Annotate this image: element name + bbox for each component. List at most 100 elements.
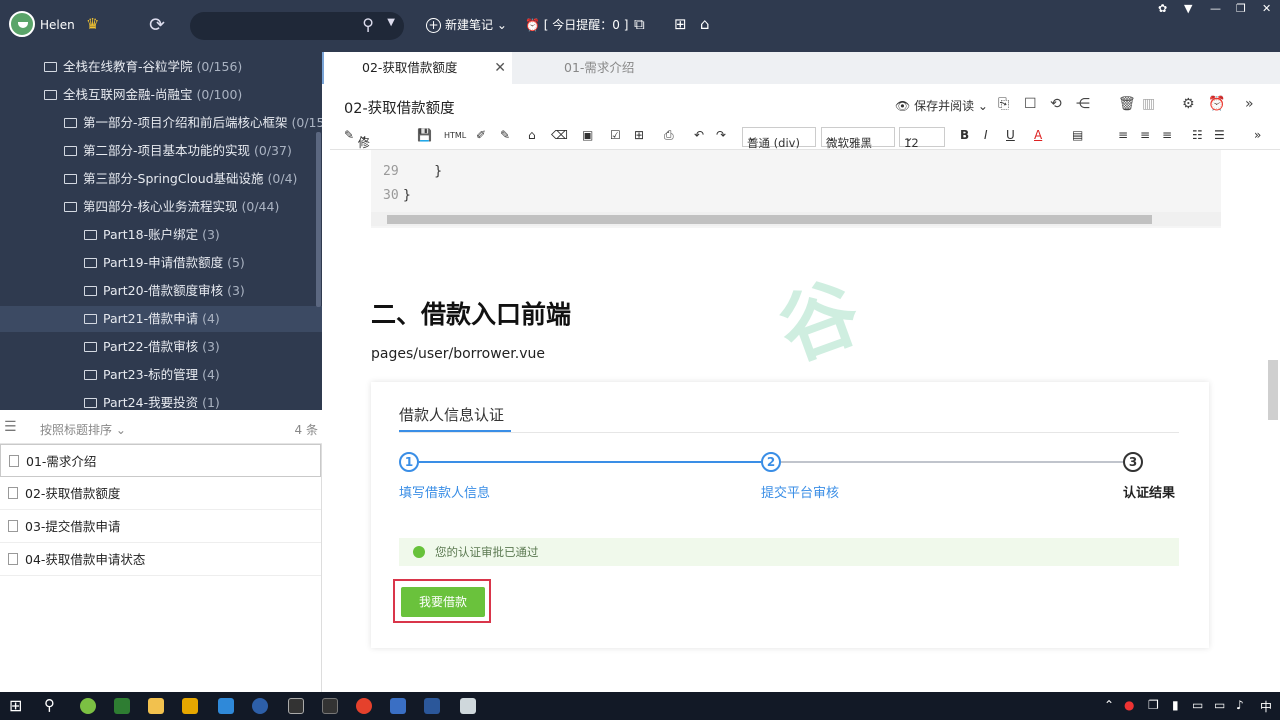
terminal-icon[interactable] [322,698,338,714]
list-item[interactable]: 01-需求介绍 [0,444,321,477]
undo-icon[interactable]: ↶ [694,128,704,142]
sync-icon[interactable]: ⟳ [149,14,165,36]
new-note-button[interactable]: + 新建笔记 ⌄ [426,16,507,33]
bold-button[interactable]: B [960,128,969,142]
app-icon[interactable] [252,698,268,714]
checkbox-icon[interactable]: ☑ [610,128,621,142]
list-item[interactable]: 04-获取借款申请状态 [0,543,321,576]
windows-start-icon[interactable]: ⊞ [9,696,22,715]
skin-icon[interactable]: ✿ [1158,2,1167,15]
font-color-button[interactable]: A [1034,128,1042,142]
menu-icon[interactable]: ▼ [1184,2,1192,15]
app-icon[interactable] [114,698,130,714]
display-icon[interactable]: ▭ [1214,698,1225,712]
search-input[interactable]: ⚲ ▼ [190,12,404,40]
word-icon[interactable] [424,698,440,714]
document-scrollbar[interactable] [1268,360,1278,420]
tab-other[interactable]: 01-需求介绍 [564,52,634,84]
pen-icon[interactable]: ✐ [476,128,486,142]
tab-active[interactable]: 02-获取借款额度 ✕ [324,52,512,84]
app-icon[interactable] [390,698,406,714]
chevron-up-icon[interactable]: ⌃ [1104,698,1114,712]
revise-button[interactable]: ✎ 修订 ⌄ [344,128,370,167]
ime-indicator[interactable]: 中 [1260,698,1272,715]
settings-icon[interactable]: ⚙ [1182,96,1195,112]
expand-icon[interactable]: » [1245,96,1254,112]
image-icon[interactable]: ▣ [582,128,593,142]
sort-dropdown[interactable]: 按照标题排序 ⌄ [40,421,126,438]
tree-item[interactable]: Part23-标的管理 (4) [0,362,322,388]
note-title[interactable]: 02-获取借款额度 [344,97,455,118]
highlight-icon[interactable]: ✎ [500,128,510,142]
folder-app-icon[interactable] [148,698,164,714]
tree-item[interactable]: 第二部分-项目基本功能的实现 (0/37) [0,138,322,164]
underline-button[interactable]: U [1006,128,1015,142]
align-center-button[interactable]: ≡ [1140,128,1150,142]
share-icon[interactable]: ⧉ [634,15,645,33]
chrome-icon[interactable] [356,698,372,714]
tree-item-selected[interactable]: Part21-借款申请 (4) [0,306,322,332]
delete-icon[interactable]: 🗑 [1118,96,1136,112]
tree-item[interactable]: 全栈在线教育-谷粒学院 (0/156) [0,54,322,80]
more-icon[interactable]: » [1254,128,1261,142]
search-icon[interactable]: ⚲ [362,15,374,34]
tree-item[interactable]: 全栈互联网金融-尚融宝 (0/100) [0,82,322,108]
layout-icon[interactable]: ▥ [1142,96,1155,112]
document-body[interactable]: 29 } 30 } 谷 二、借款入口前端 pages/user/borrower… [330,150,1265,692]
eraser-icon[interactable]: ⌫ [551,128,568,142]
tree-item[interactable]: 第三部分-SpringCloud基础设施 (0/4) [0,166,322,192]
close-icon[interactable]: ✕ [1262,2,1271,15]
avatar[interactable] [9,11,35,37]
notes-app-icon[interactable] [460,698,476,714]
tray-icon[interactable]: ● [1124,698,1134,712]
microphone-icon[interactable]: ▮ [1172,698,1179,712]
restore-icon[interactable]: ❐ [1236,2,1246,15]
minimize-icon[interactable]: — [1210,2,1221,15]
volume-icon[interactable]: ♪ [1236,698,1244,712]
intellij-icon[interactable] [288,698,304,714]
format-painter-icon[interactable]: ⌂ [528,128,536,142]
attach-icon[interactable]: ⎘ [998,96,1009,112]
home-icon[interactable]: ⌂ [700,15,710,33]
apps-icon[interactable]: ⊞ [674,15,687,33]
tree-item[interactable]: Part22-借款审核 (3) [0,334,322,360]
comment-icon[interactable]: ☐ [1024,96,1037,112]
align-left-button[interactable]: ≡ [1118,128,1128,142]
tree-item[interactable]: 第四部分-核心业务流程实现 (0/44) [0,194,322,220]
close-tab-icon[interactable]: ✕ [494,52,506,84]
block-format-select[interactable]: 普通 (div) ⌄ [742,127,816,150]
list-item[interactable]: 02-获取借款额度 [0,477,321,510]
redo-icon[interactable]: ↷ [716,128,726,142]
tree-item[interactable]: Part18-账户绑定 (3) [0,222,322,248]
italic-button[interactable]: I [984,128,988,142]
tree-item[interactable]: Part24-我要投资 (1) [0,390,322,410]
font-select[interactable]: 微软雅黑 ⌄ [821,127,895,150]
bullet-list-button[interactable]: ☰ [1214,128,1225,142]
ordered-list-button[interactable]: ☷ [1192,128,1203,142]
reminder-button[interactable]: ⏰ [ 今日提醒：0 ] [525,16,628,33]
sidebar-scrollbar[interactable] [316,132,321,307]
crown-icon[interactable]: ♛ [86,15,99,33]
html-icon[interactable]: HTML [444,131,466,140]
tree-item[interactable]: Part19-申请借款额度 (5) [0,250,322,276]
save-icon[interactable]: 💾 [417,128,432,142]
list-view-icon[interactable]: ☰ [4,419,17,435]
app-icon[interactable] [182,698,198,714]
alarm-icon[interactable]: ⏰ [1208,96,1225,112]
code-scrollbar[interactable] [371,212,1221,226]
font-size-select[interactable]: 12 ⌄ [899,127,945,150]
list-item[interactable]: 03-提交借款申请 [0,510,321,543]
align-right-button[interactable]: ≡ [1162,128,1172,142]
search-icon[interactable]: ⚲ [44,696,55,714]
vscode-icon[interactable] [218,698,234,714]
highlight-color-button[interactable]: ▤ [1072,128,1083,142]
save-readonly-button[interactable]: 👁 保存并阅读 ⌄ [895,97,988,114]
chevron-down-icon[interactable]: ▼ [387,17,395,28]
battery-icon[interactable]: ▭ [1192,698,1203,712]
borrow-button[interactable]: 我要借款 [401,587,485,617]
history-icon[interactable]: ⟲ [1050,96,1062,112]
app-icon[interactable] [80,698,96,714]
username[interactable]: Helen [40,18,75,32]
tree-item[interactable]: 第一部分-项目介绍和前后端核心框架 (0/15 [0,110,322,136]
insert-icon[interactable]: ⎙ [664,128,674,143]
